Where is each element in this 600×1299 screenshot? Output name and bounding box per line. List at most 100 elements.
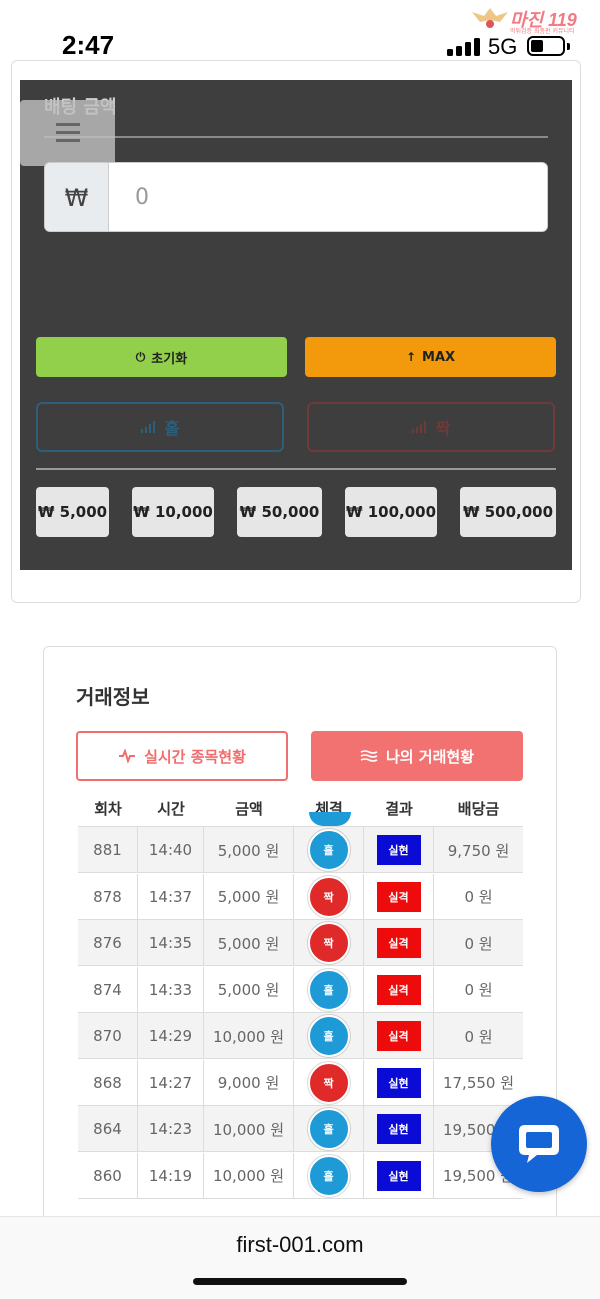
result-badge: 실현 <box>376 1114 421 1144</box>
cell-payout: 0 원 <box>464 888 493 906</box>
even-bet-button[interactable]: 짝 <box>307 402 555 452</box>
cell-amount: 5,000 원 <box>204 966 294 1013</box>
pick-ball: 짝 <box>307 922 350 964</box>
result-badge: 실격 <box>376 881 421 912</box>
cell-time: 14:29 <box>138 1013 204 1059</box>
table-row: 874 14:33 5,000 원 홀 실격 0 원 <box>78 966 523 1013</box>
cell-payout: 17,550 원 <box>442 1074 515 1092</box>
status-time: 2:47 <box>62 30 115 60</box>
pick-ball: 짝 <box>307 875 350 918</box>
cell-amount: 9,000 원 <box>204 1059 294 1106</box>
pick-ball: 홀 <box>307 968 350 1011</box>
chat-bubble-icon <box>519 1125 559 1163</box>
cell-result: 실격 <box>364 966 434 1013</box>
cell-payout: 9,750 원 <box>447 841 510 860</box>
cell-amount: 5,000 원 <box>204 873 294 920</box>
chat-button[interactable] <box>491 1096 587 1192</box>
cell-round: 864 <box>78 1106 138 1152</box>
url-text[interactable]: first-001.com <box>0 1232 600 1258</box>
signal-bars-icon <box>411 421 428 433</box>
col-result: 결과 <box>385 800 413 818</box>
cell-time: 14:37 <box>138 873 204 920</box>
table-row: 881 14:40 5,000 원 홀 실현 9,750 원 <box>78 827 523 873</box>
currency-prefix: ₩ <box>45 163 109 231</box>
chip-100000[interactable]: ₩ 100,000 <box>345 487 437 537</box>
chip-50000[interactable]: ₩ 50,000 <box>237 487 322 537</box>
pick-ball: 짝 <box>307 1061 350 1104</box>
cell-amount: 10,000 원 <box>204 1106 294 1152</box>
menu-button[interactable] <box>20 100 115 166</box>
chip-500000[interactable]: ₩ 500,000 <box>460 487 556 537</box>
divider <box>44 136 548 138</box>
trade-title: 거래정보 <box>76 685 150 709</box>
cell-time: 14:33 <box>138 966 204 1013</box>
cell-round: 870 <box>78 1013 138 1059</box>
result-badge: 실격 <box>376 1021 421 1051</box>
cell-payout: 0 원 <box>464 934 493 953</box>
chip-10000[interactable]: ₩ 10,000 <box>132 487 214 537</box>
eagle-icon <box>472 8 508 28</box>
arrow-up-icon: ↑ <box>405 350 417 364</box>
col-time: 시간 <box>157 800 185 818</box>
cell-pick: 홀 <box>294 1106 364 1152</box>
cell-round: 868 <box>78 1059 138 1106</box>
cell-pick: 홀 <box>294 1152 364 1199</box>
result-badge: 실현 <box>376 1067 421 1098</box>
table-row: 864 14:23 10,000 원 홀 실현 19,500 원 <box>78 1106 523 1152</box>
cell-payout: 0 원 <box>464 981 493 999</box>
battery-low-icon <box>527 36 565 56</box>
col-payout: 배당금 <box>457 800 500 818</box>
power-icon: ⏻ <box>135 349 146 364</box>
cell-time: 14:40 <box>138 827 204 873</box>
tab-live-label: 실시간 종목현황 <box>144 747 246 766</box>
signal-icon <box>447 38 481 56</box>
result-badge: 실현 <box>376 1160 421 1191</box>
cell-pick: 짝 <box>294 873 364 920</box>
result-badge: 실격 <box>376 974 421 1005</box>
home-indicator[interactable] <box>193 1278 407 1285</box>
cell-amount: 5,000 원 <box>204 920 294 966</box>
signal-bars-icon <box>140 421 157 433</box>
cell-round: 860 <box>78 1152 138 1199</box>
odd-bet-button[interactable]: 홀 <box>36 402 284 452</box>
trade-table: 881 14:40 5,000 원 홀 실현 9,750 원 878 14:37 5,000 원… <box>78 826 523 1216</box>
tab-my-trades[interactable]: 나의 거래현황 <box>311 731 523 781</box>
table-row: 868 14:27 9,000 원 짝 실현 17,550 원 <box>78 1059 523 1106</box>
cell-amount: 10,000 원 <box>204 1013 294 1059</box>
col-round: 회차 <box>94 800 122 818</box>
max-button[interactable]: ↑ MAX <box>305 337 556 377</box>
pick-ball: 홀 <box>307 1015 350 1057</box>
table-row: 860 14:19 10,000 원 홀 실현 19,500 원 <box>78 1152 523 1199</box>
cell-result: 실현 <box>364 1059 434 1106</box>
cell-time: 14:27 <box>138 1059 204 1106</box>
cell-time: 14:19 <box>138 1152 204 1199</box>
watermark-sub: 먹튀검증 최종판 커뮤니티 <box>510 28 575 35</box>
reset-button[interactable]: ⏻ 초기화 <box>36 337 287 377</box>
amount-input-group: ₩ <box>44 162 548 232</box>
cell-pick: 짝 <box>294 920 364 966</box>
cell-result: 실격 <box>364 1013 434 1059</box>
even-label: 짝 <box>435 419 451 438</box>
max-label: MAX <box>422 349 456 365</box>
cell-result: 실현 <box>364 1152 434 1199</box>
cell-pick: 홀 <box>294 966 364 1013</box>
tab-mine-label: 나의 거래현황 <box>385 747 475 766</box>
odd-label: 홀 <box>164 419 180 438</box>
tab-live-market[interactable]: 실시간 종목현황 <box>76 731 288 781</box>
cell-result: 실격 <box>364 873 434 920</box>
cell-result: 실격 <box>364 920 434 966</box>
cell-round: 876 <box>78 920 138 966</box>
cell-result: 실현 <box>364 1106 434 1152</box>
cell-amount: 10,000 원 <box>204 1152 294 1199</box>
amount-input[interactable] <box>109 163 547 231</box>
chip-5000[interactable]: ₩ 5,000 <box>36 487 109 537</box>
waves-icon <box>360 750 378 762</box>
pulse-icon <box>119 749 136 763</box>
cell-pick: 홀 <box>294 1013 364 1059</box>
result-badge: 실격 <box>376 928 421 958</box>
cell-amount: 5,000 원 <box>204 827 294 873</box>
divider <box>36 468 556 470</box>
table-row: 878 14:37 5,000 원 짝 실격 0 원 <box>78 873 523 920</box>
cell-result: 실현 <box>364 827 434 873</box>
cell-round: 874 <box>78 966 138 1013</box>
